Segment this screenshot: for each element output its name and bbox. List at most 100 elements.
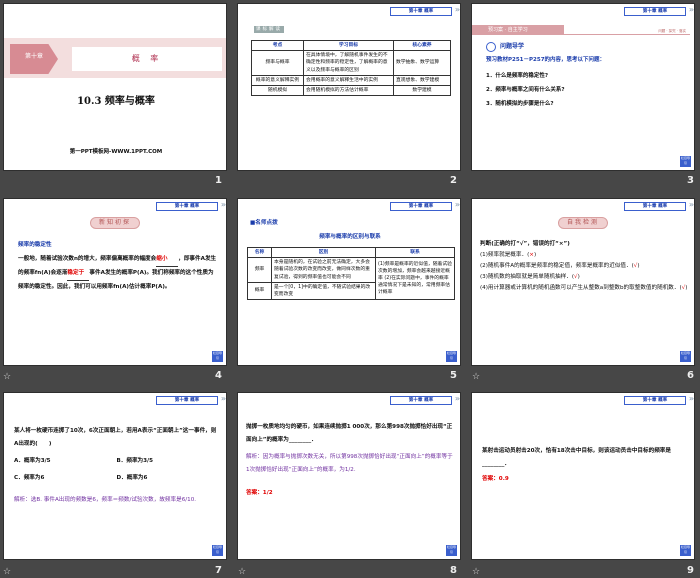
question-text: 某人将一枚硬币连掷了10次，6次正面朝上，若用A表示“正面朝上”这一事件，则A出… xyxy=(14,428,217,447)
definition-text: 一般地，随着试验次数n的增大，频率偏离概率的幅度会缩小 ，即事件A发生的频率fn(… xyxy=(18,253,218,294)
slide-number: 2 xyxy=(450,175,457,186)
heading: 问题导学 xyxy=(500,43,525,50)
slide-number: 1 xyxy=(215,175,222,186)
slide-thumbnail-3[interactable]: 第十章 概率 预习案 · 自主学习 问题 · 探究 · 落实 问题导学 预习教材… xyxy=(471,3,695,171)
banner: 预习案 · 自主学习 xyxy=(472,25,564,35)
nav-button[interactable]: 栏目导引 xyxy=(680,351,691,362)
section-title: 10.3 频率与概率 xyxy=(77,96,155,107)
tip-label: ■名师点拨 xyxy=(250,220,278,226)
table-header: 区别 xyxy=(271,246,376,259)
section-badge: 自我检测 xyxy=(557,217,609,229)
slide-number: 4 xyxy=(215,370,222,381)
slide-thumbnail-4[interactable]: 第十章 概率 新知初探 频率的稳定性 一般地，随着试验次数n的增大，频率偏离概率… xyxy=(3,198,227,366)
chapter-tag: 第十章 概率 xyxy=(624,6,694,16)
chapter-tag: 第十章 概率 xyxy=(156,395,226,405)
table-header: 学习目标 xyxy=(303,39,394,52)
table-cell: 数学抽象、数学运算 xyxy=(393,50,451,76)
intro: 预习教材P251－P257的内容，思考以下问题： xyxy=(486,57,606,63)
chapter-tag: 第十章 概率 xyxy=(156,201,226,211)
animation-star-icon[interactable]: ☆ xyxy=(3,372,11,382)
slide-number: 9 xyxy=(687,565,694,576)
table-header: 核心素养 xyxy=(393,39,451,52)
footer-text: 第一PPT模板网-WWW.1PPT.COM xyxy=(69,149,163,155)
chapter-box: 第十章 xyxy=(10,44,58,74)
comparison-table: 名称 区别 联系 频率 本身是随机的，在试验之前无法确定，大多会随着试验次数的改变而改… xyxy=(247,246,455,301)
answer-value: 0.9 xyxy=(498,476,509,482)
judge-item: (3)随机数的抽取就是简单随机抽样．(√) xyxy=(480,274,580,280)
table-cell: 直观想象、数学建模 xyxy=(393,74,451,86)
answer-label: 答案： xyxy=(246,490,263,496)
table-cell: 本身是随机的，在试验之前无法确定，大多会随着试验次数的改变而改变，做同样次数的重… xyxy=(271,257,376,283)
slide-number: 5 xyxy=(450,370,457,381)
table-row: 概率的意义解释实例 会用概率的意义解释生活中的实例 直观想象、数学建模 xyxy=(251,74,451,86)
chapter-name: 概 率 xyxy=(72,47,222,71)
table-cell: (1)频率是概率的近似值，随着试验次数的增加，频率会越来越接近概率 (2)在实际… xyxy=(375,257,455,301)
option-c: C．频率为6 xyxy=(14,474,45,481)
table-cell: 频率 xyxy=(247,257,272,283)
nav-button[interactable]: 栏目导引 xyxy=(212,351,223,362)
answer-label: 答案： xyxy=(482,476,499,482)
table-row: 随机模拟 会用随机模拟的方法估计概率 数学建模 xyxy=(251,84,451,97)
judge-item: (2)随机事件A的概率是频率的稳定值，频率是概率的近似值．(√) xyxy=(480,263,640,269)
table-header: 考点 xyxy=(251,39,304,52)
nav-button[interactable]: 栏目导引 xyxy=(446,351,457,362)
table-title: 频率与概率的区别与联系 xyxy=(319,234,381,240)
slide-number: 8 xyxy=(450,565,457,576)
table-header: 名称 xyxy=(247,246,272,259)
solution-text: 解析：因为概率与抛掷次数无关，所以第998次抛掷恰好出现“正面向上”的概率等于1… xyxy=(246,454,453,473)
section-tabs: 课标解读 xyxy=(254,26,284,34)
chapter-tag: 第十章 概率 xyxy=(390,6,460,16)
slide-thumbnail-1[interactable]: 第十章 概 率 10.3 频率与概率 第一PPT模板网-WWW.1PPT.COM xyxy=(3,3,227,171)
nav-button[interactable]: 栏目导引 xyxy=(680,156,691,167)
answer-value: 1/2 xyxy=(262,490,273,496)
chapter-tag: 第十章 概率 xyxy=(624,201,694,211)
section-badge: 新知初探 xyxy=(89,217,141,229)
table-cell: 频率与概率 xyxy=(251,50,304,76)
slide-number: 3 xyxy=(687,175,694,186)
nav-button[interactable]: 栏目导引 xyxy=(680,545,691,556)
chapter-tag: 第十章 概率 xyxy=(624,395,694,405)
nav-button[interactable]: 栏目导引 xyxy=(212,545,223,556)
animation-star-icon[interactable]: ☆ xyxy=(472,372,480,382)
table-cell: 会用概率的意义解释生活中的实例 xyxy=(303,74,394,86)
table-cell: 在具体情境中，了解随机事件发生的不确定性和频率的稳定性，了解概率的意义以及频率与… xyxy=(303,50,394,76)
slide-thumbnail-2[interactable]: 第十章 概率 课标解读 考点学习目标核心素养 频率与概率在具体情境中，了解随机事… xyxy=(237,3,461,171)
option-a: A．概率为3/5 xyxy=(14,458,51,464)
table-cell: 会用随机模拟的方法估计概率 xyxy=(303,84,394,97)
question-text: 抛掷一枚质地均匀的硬币，如果连续抛掷1 000次，那么第998次抛掷恰好出现“正… xyxy=(246,424,453,443)
topic-title: 频率的稳定性 xyxy=(18,242,52,248)
table-header: 联系 xyxy=(375,246,455,259)
table-cell: 是一个[0，1]中的确定值，不随试验结果的改变而改变 xyxy=(271,281,376,301)
objectives-table: 考点 学习目标 核心素养 频率与概率 在具体情境中，了解随机事件发生的不确定性和频率的… xyxy=(251,39,451,97)
question-item: 1．什么是频率的稳定性? xyxy=(486,73,549,79)
slide-thumbnail-6[interactable]: 第十章 概率 自我检测 判断(正确的打“√”，错误的打“×”) (1)频率就是概… xyxy=(471,198,695,366)
table-cell: 概率 xyxy=(247,281,272,301)
question-text: 某射击运动员射击20次，恰有18次击中目标，则该运动员击中目标的频率是_____… xyxy=(482,448,671,467)
animation-star-icon[interactable]: ☆ xyxy=(3,567,11,577)
chapter-tag: 第十章 概率 xyxy=(390,395,460,405)
table-row: 频率与概率 在具体情境中，了解随机事件发生的不确定性和频率的稳定性，了解概率的意义… xyxy=(251,50,451,76)
slide-number: 6 xyxy=(687,370,694,381)
option-b: B．频率为3/5 xyxy=(116,458,153,464)
animation-star-icon[interactable]: ☆ xyxy=(472,567,480,577)
judge-item: (1)频率就是概率．(×) xyxy=(480,252,537,258)
solution-text: 解析：选B. 事件A出现的频数是6，频率＝频数/试验次数，故频率是6/10. xyxy=(14,497,197,503)
instruction: 判断(正确的打“√”，错误的打“×”) xyxy=(480,241,570,247)
smiley-icon xyxy=(486,42,496,52)
animation-star-icon[interactable]: ☆ xyxy=(238,567,246,577)
slide-number: 7 xyxy=(215,565,222,576)
slide-thumbnail-8[interactable]: 第十章 概率 抛掷一枚质地均匀的硬币，如果连续抛掷1 000次，那么第998次抛… xyxy=(237,392,461,560)
slide-thumbnail-7[interactable]: 第十章 概率 某人将一枚硬币连掷了10次，6次正面朝上，若用A表示“正面朝上”这… xyxy=(3,392,227,560)
judge-item: (4)用计算器或计算机的随机函数可以产生从整数a到整数b的取整数值的随机数．(√… xyxy=(480,285,688,291)
nav-button[interactable]: 栏目导引 xyxy=(446,545,457,556)
table-row: 频率 本身是随机的，在试验之前无法确定，大多会随着试验次数的改变而改变，做同样次数… xyxy=(247,257,455,301)
slide-thumbnail-5[interactable]: 第十章 概率 ■名师点拨 频率与概率的区别与联系 名称区别联系 频率本身是随机的… xyxy=(237,198,461,366)
question-item: 3．随机模拟的步骤是什么? xyxy=(486,101,554,107)
slide-thumbnail-9[interactable]: 第十章 概率 某射击运动员射击20次，恰有18次击中目标，则该运动员击中目标的频… xyxy=(471,392,695,560)
table-cell: 数学建模 xyxy=(393,84,451,97)
banner-right: 问题 · 探究 · 落实 xyxy=(658,29,686,33)
chapter-tag: 第十章 概率 xyxy=(390,201,460,211)
question-item: 2．频率与概率之间有什么关系? xyxy=(486,87,565,93)
option-d: D．概率为6 xyxy=(116,474,148,481)
table-cell: 随机模拟 xyxy=(251,84,304,97)
